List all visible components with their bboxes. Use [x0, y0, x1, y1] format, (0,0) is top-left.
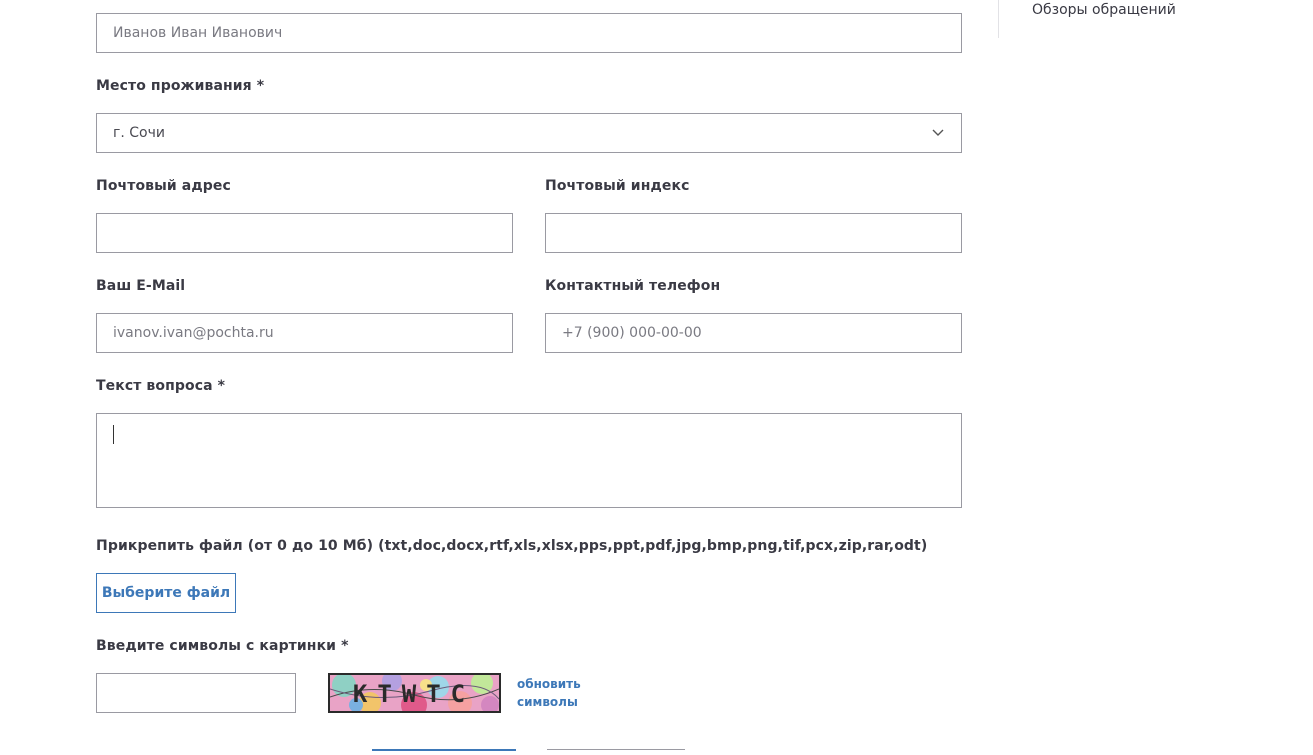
text-caret	[113, 425, 114, 444]
residence-label: Место проживания *	[96, 78, 265, 94]
captcha-image: KTWTC	[328, 673, 501, 713]
postal-index-input[interactable]	[562, 214, 945, 252]
sidebar-link-reviews[interactable]: Обзоры обращений	[1032, 2, 1176, 18]
refresh-line-2: символы	[517, 695, 578, 709]
postal-index-field[interactable]	[545, 213, 962, 253]
refresh-captcha-link[interactable]: обновить символы	[517, 675, 581, 711]
residence-value: г. Сочи	[113, 125, 165, 141]
postal-address-input[interactable]	[113, 214, 496, 252]
phone-input[interactable]	[562, 314, 945, 352]
sidebar-divider	[998, 0, 999, 38]
chevron-down-icon	[931, 126, 945, 140]
residence-select[interactable]: г. Сочи	[96, 113, 962, 153]
email-input[interactable]	[113, 314, 496, 352]
full-name-input[interactable]	[113, 14, 945, 52]
question-textarea[interactable]	[96, 413, 962, 508]
choose-file-button[interactable]: Выберите файл	[96, 573, 236, 613]
email-label: Ваш E-Mail	[96, 278, 186, 294]
question-label: Текст вопроса *	[96, 378, 226, 394]
postal-address-field[interactable]	[96, 213, 513, 253]
postal-address-label: Почтовый адрес	[96, 178, 231, 194]
phone-label: Контактный телефон	[545, 278, 721, 294]
submit-button[interactable]	[372, 749, 516, 755]
phone-field[interactable]	[545, 313, 962, 353]
postal-index-label: Почтовый индекс	[545, 178, 690, 194]
captcha-input[interactable]	[113, 674, 279, 712]
reset-button[interactable]	[547, 749, 685, 755]
full-name-field[interactable]	[96, 13, 962, 53]
attachment-label: Прикрепить файл (от 0 до 10 Мб) (txt,doc…	[96, 538, 928, 554]
captcha-glyphs: KTWTC	[353, 680, 475, 708]
captcha-field[interactable]	[96, 673, 296, 713]
captcha-label: Введите символы с картинки *	[96, 638, 349, 654]
refresh-line-1: обновить	[517, 677, 581, 691]
email-field[interactable]	[96, 313, 513, 353]
